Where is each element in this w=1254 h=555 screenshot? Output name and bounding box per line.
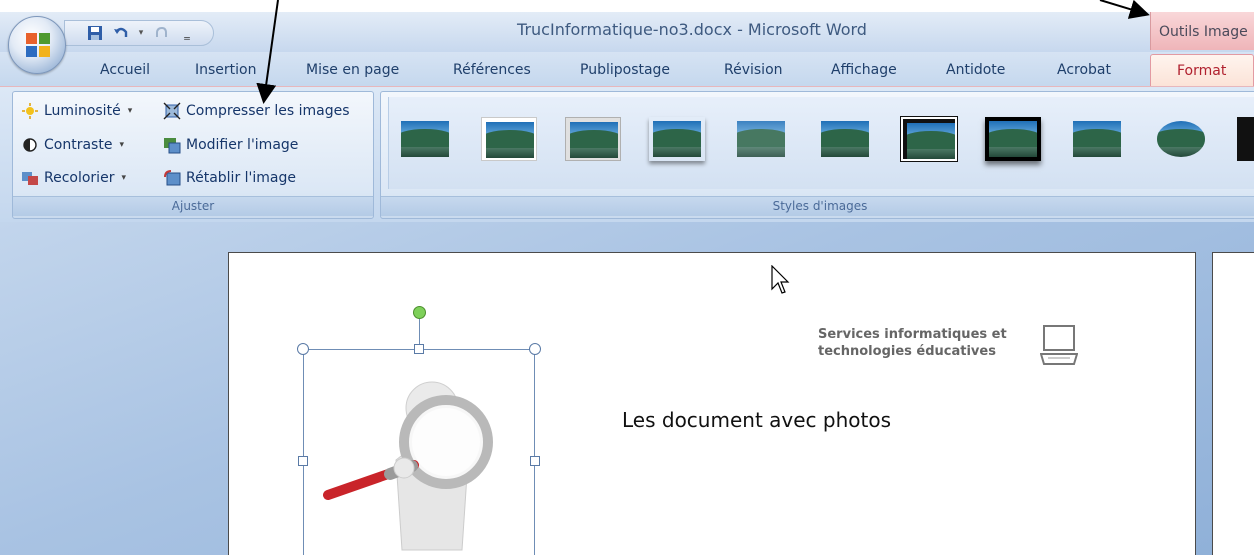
brightness-label: Luminosité [44, 103, 121, 119]
recolor-icon [21, 169, 39, 187]
chevron-down-icon: ▾ [121, 173, 126, 183]
contextual-tab-group-label: Outils Image [1159, 24, 1248, 40]
tab-format-label: Format [1177, 63, 1227, 79]
resize-handle-right[interactable] [530, 456, 540, 466]
header-logo-text-line1: Services informatiques et [818, 327, 1007, 342]
header-logo-text-line2: technologies éducatives [818, 344, 996, 359]
resize-handle-top-left[interactable] [297, 343, 309, 355]
ribbon-tabs: Accueil Insertion Mise en page Référence… [0, 52, 1254, 86]
tab-references[interactable]: Références [453, 62, 531, 78]
picture-style-3[interactable] [565, 117, 621, 161]
chevron-down-icon[interactable]: ▾ [137, 24, 145, 42]
compress-icon [163, 102, 181, 120]
contrast-button[interactable]: Contraste ▾ [21, 136, 124, 154]
picture-style-11[interactable] [1237, 117, 1254, 161]
group-label-ajuster: Ajuster [13, 196, 373, 216]
picture-style-10[interactable] [1153, 117, 1209, 161]
group-ajuster: Luminosité ▾ Contraste ▾ Recolorier ▾ Co… [12, 91, 374, 219]
change-image-label: Modifier l'image [186, 137, 299, 153]
picture-style-4[interactable] [649, 117, 705, 161]
picture-style-5[interactable] [733, 117, 789, 161]
brightness-button[interactable]: Luminosité ▾ [21, 102, 132, 120]
recolor-button[interactable]: Recolorier ▾ [21, 169, 126, 187]
save-icon[interactable] [85, 24, 105, 42]
picture-style-9[interactable] [1069, 117, 1125, 161]
tab-insertion[interactable]: Insertion [195, 62, 256, 78]
tab-publipostage[interactable]: Publipostage [580, 62, 670, 78]
resize-handle-left[interactable] [298, 456, 308, 466]
selected-image[interactable] [303, 349, 535, 555]
contrast-label: Contraste [44, 137, 113, 153]
reset-image-label: Rétablir l'image [186, 170, 296, 186]
tab-revision[interactable]: Révision [724, 62, 783, 78]
ribbon: Luminosité ▾ Contraste ▾ Recolorier ▾ Co… [0, 86, 1254, 222]
magnifier-figure-image [323, 381, 493, 551]
tab-format[interactable]: Format [1150, 54, 1254, 88]
tab-acrobat[interactable]: Acrobat [1057, 62, 1111, 78]
redo-icon[interactable] [151, 24, 171, 42]
mouse-pointer-icon [771, 265, 790, 294]
tab-accueil[interactable]: Accueil [100, 62, 150, 78]
contextual-tab-group: Outils Image [1150, 12, 1254, 50]
change-image-button[interactable]: Modifier l'image [163, 136, 298, 154]
picture-style-6[interactable] [817, 117, 873, 161]
tab-antidote[interactable]: Antidote [946, 62, 1005, 78]
contrast-icon [21, 136, 39, 154]
laptop-icon [1040, 325, 1078, 365]
office-button[interactable] [8, 16, 66, 74]
rotate-handle[interactable] [413, 306, 426, 319]
chevron-down-icon: ▾ [127, 106, 133, 116]
document-body-text: Les document avec photos [622, 408, 891, 432]
undo-icon[interactable] [111, 24, 131, 42]
chevron-down-icon: ▾ [119, 140, 124, 150]
picture-style-8[interactable] [985, 117, 1041, 161]
quick-access-toolbar: ▾ ‗ [64, 20, 214, 46]
compress-images-button[interactable]: Compresser les images [163, 102, 349, 120]
customize-icon[interactable]: ‗ [177, 24, 197, 42]
picture-styles-gallery [388, 97, 1254, 189]
resize-handle-top-right[interactable] [529, 343, 541, 355]
picture-style-2[interactable] [481, 117, 537, 161]
sun-icon [21, 102, 39, 120]
picture-style-1[interactable] [397, 117, 453, 161]
resize-handle-top[interactable] [414, 344, 424, 354]
group-label-styles: Styles d'images [381, 196, 1254, 216]
change-picture-icon [163, 136, 181, 154]
recolor-label: Recolorier [44, 170, 115, 186]
reset-picture-icon [163, 169, 181, 187]
reset-image-button[interactable]: Rétablir l'image [163, 169, 296, 187]
picture-style-7[interactable] [900, 116, 958, 162]
compress-label: Compresser les images [186, 103, 350, 119]
office-logo-icon [26, 33, 50, 57]
document-page-next[interactable] [1212, 252, 1254, 555]
tab-mise-en-page[interactable]: Mise en page [306, 62, 399, 78]
tab-affichage[interactable]: Affichage [831, 62, 897, 78]
